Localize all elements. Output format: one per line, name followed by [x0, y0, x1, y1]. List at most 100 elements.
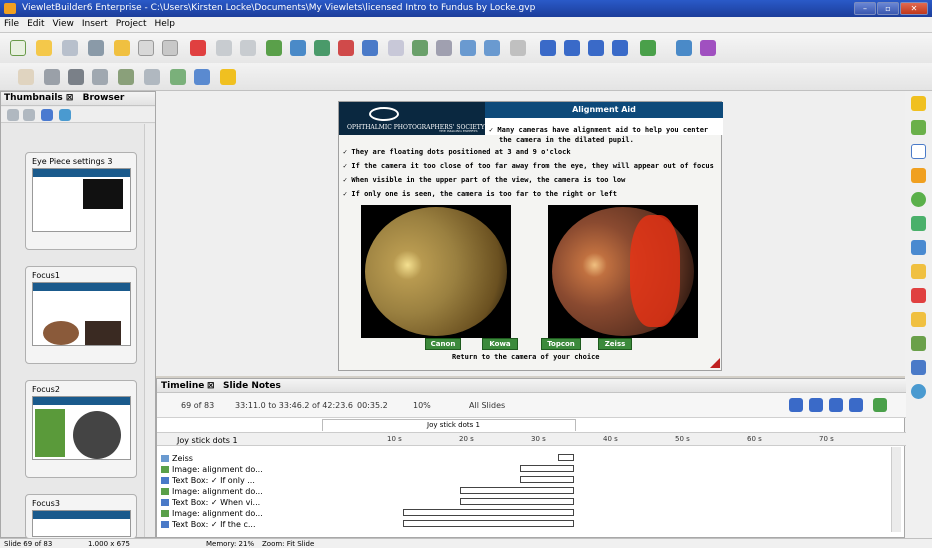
track-row[interactable]: Text Box: ✓ If only ... [157, 476, 321, 486]
next-slide-icon[interactable] [588, 40, 604, 56]
window-icon[interactable] [911, 360, 926, 375]
add-quiz-icon[interactable] [362, 40, 378, 56]
undo-icon[interactable] [216, 40, 232, 56]
topcon-button[interactable]: Topcon [541, 338, 581, 350]
maximize-button[interactable]: ▫ [877, 2, 899, 15]
save-icon[interactable] [62, 40, 78, 56]
menu-project[interactable]: Project [112, 17, 151, 29]
preview-icon[interactable] [436, 40, 452, 56]
fit-icon[interactable] [510, 40, 526, 56]
menu-help[interactable]: Help [150, 17, 179, 29]
menu-view[interactable]: View [49, 17, 78, 29]
new-icon[interactable] [10, 40, 26, 56]
single-view-icon[interactable] [68, 69, 84, 85]
timeline-bar[interactable] [460, 487, 574, 494]
zoom-out-icon[interactable] [484, 40, 500, 56]
first-slide-tl-icon[interactable] [789, 398, 803, 412]
add-video-icon[interactable] [338, 40, 354, 56]
duration[interactable]: 00:35.2 [357, 401, 388, 410]
redo-icon[interactable] [240, 40, 256, 56]
question-icon[interactable] [911, 384, 926, 399]
refresh-icon[interactable] [41, 109, 53, 121]
all-slides-toggle[interactable]: All Slides [469, 401, 505, 410]
open-icon[interactable] [36, 40, 52, 56]
zoom-in-thumb-icon[interactable] [7, 109, 19, 121]
text-entry-icon[interactable] [911, 336, 926, 351]
hand-point-icon[interactable] [911, 312, 926, 327]
check-icon[interactable] [388, 40, 404, 56]
hand-icon[interactable] [18, 69, 34, 85]
menu-file[interactable]: File [0, 17, 23, 29]
tab-thumbnails[interactable]: Thumbnails [4, 93, 63, 103]
publish-icon[interactable] [676, 40, 692, 56]
tab-browser[interactable]: Browser [83, 93, 125, 103]
track-row[interactable]: Text Box: ✓ When vi... [157, 498, 321, 508]
tab-close-icon[interactable]: ⊠ [207, 381, 215, 391]
menu-edit[interactable]: Edit [23, 17, 48, 29]
track-row[interactable]: Text Box: ✓ If the c... [157, 520, 321, 530]
timeline-bar[interactable] [460, 498, 574, 505]
callout-icon[interactable] [911, 96, 926, 111]
add-slide-icon[interactable] [266, 40, 282, 56]
track-row[interactable]: Zeiss [157, 454, 321, 464]
doc-icon[interactable] [911, 264, 926, 279]
globe-icon[interactable] [59, 109, 71, 121]
timeline-bar[interactable] [520, 476, 574, 483]
pause-icon[interactable] [911, 288, 926, 303]
shape-icon[interactable] [911, 192, 926, 207]
zoom-in-icon[interactable] [460, 40, 476, 56]
next-slide-tl-icon[interactable] [829, 398, 843, 412]
kowa-button[interactable]: Kowa [482, 338, 518, 350]
timeline-bar-zeiss[interactable] [558, 454, 574, 461]
zoom-out-thumb-icon[interactable] [23, 109, 35, 121]
slideshow-icon[interactable] [911, 240, 926, 255]
window-view-icon[interactable] [144, 69, 160, 85]
text-tool-icon[interactable] [911, 144, 926, 159]
settings-icon[interactable] [700, 40, 716, 56]
minimize-button[interactable]: – [854, 2, 876, 15]
track-row[interactable]: Image: alignment do... [157, 465, 321, 475]
lightning-icon[interactable] [220, 69, 236, 85]
prev-slide-icon[interactable] [564, 40, 580, 56]
record-icon[interactable] [412, 40, 428, 56]
notes-view-icon[interactable] [118, 69, 134, 85]
zoom-level[interactable]: 10% [413, 401, 431, 410]
timeline-bar[interactable] [520, 465, 574, 472]
print-icon[interactable] [88, 40, 104, 56]
thumbnail-focus2[interactable]: Focus2 [25, 380, 137, 478]
timeline-bar[interactable] [403, 509, 574, 516]
image-icon[interactable] [911, 216, 926, 231]
timeline-scrollbar[interactable] [891, 447, 901, 532]
add-image-slide-icon[interactable] [290, 40, 306, 56]
cut-icon[interactable] [114, 40, 130, 56]
menu-insert[interactable]: Insert [78, 17, 112, 29]
paste-icon[interactable] [162, 40, 178, 56]
tab-timeline[interactable]: Timeline [161, 381, 204, 391]
timeline-bar[interactable] [403, 520, 574, 527]
monitor-icon[interactable] [170, 69, 186, 85]
audio-icon[interactable] [194, 69, 210, 85]
thumbnails-scrollbar[interactable] [144, 124, 155, 537]
pointer-icon[interactable] [911, 168, 926, 183]
delete-icon[interactable] [190, 40, 206, 56]
tab-slide-notes[interactable]: Slide Notes [223, 381, 281, 391]
track-row[interactable]: Image: alignment do... [157, 487, 321, 497]
first-slide-icon[interactable] [540, 40, 556, 56]
prev-slide-tl-icon[interactable] [809, 398, 823, 412]
close-button[interactable]: ✕ [900, 2, 928, 15]
outline-view-icon[interactable] [92, 69, 108, 85]
play-icon[interactable] [640, 40, 656, 56]
thumbnail-focus3[interactable]: Focus3 [25, 494, 137, 539]
add-capture-icon[interactable] [314, 40, 330, 56]
track-row[interactable]: Image: alignment do... [157, 509, 321, 519]
thumbnail-focus1[interactable]: Focus1 [25, 266, 137, 364]
last-slide-tl-icon[interactable] [849, 398, 863, 412]
text-callout-icon[interactable] [911, 120, 926, 135]
thumb-view-icon[interactable] [44, 69, 60, 85]
play-tl-icon[interactable] [873, 398, 887, 412]
last-slide-icon[interactable] [612, 40, 628, 56]
canon-button[interactable]: Canon [425, 338, 461, 350]
copy-icon[interactable] [138, 40, 154, 56]
zeiss-button[interactable]: Zeiss [598, 338, 632, 350]
thumbnail-eye-piece-3[interactable]: Eye Piece settings 3 [25, 152, 137, 250]
